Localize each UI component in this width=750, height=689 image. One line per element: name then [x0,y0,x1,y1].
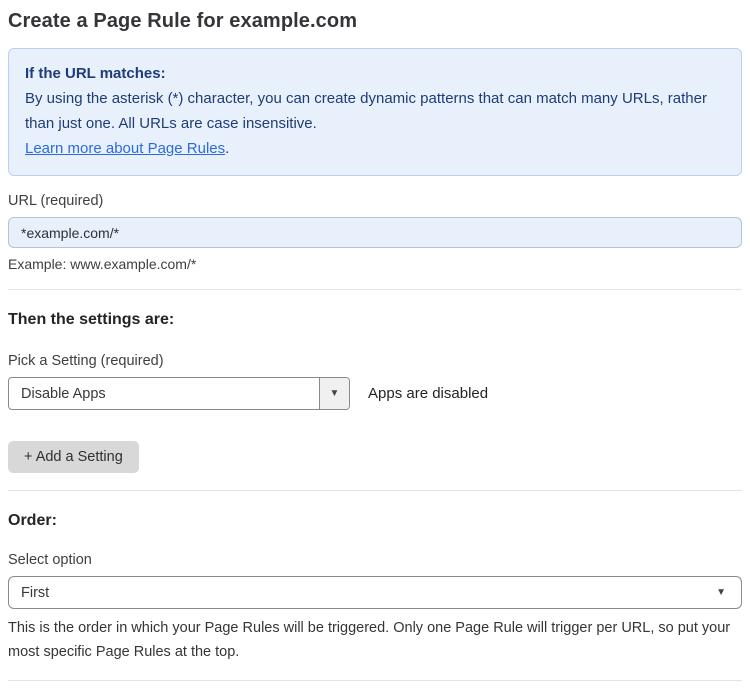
info-box-heading: If the URL matches: [25,65,166,82]
order-help-text: This is the order in which your Page Rul… [8,620,731,660]
setting-select[interactable]: Disable Apps ▼ [8,377,350,410]
setting-select-value: Disable Apps [21,385,106,402]
setting-picker-label: Pick a Setting (required) [8,353,164,369]
info-box-link-line: Learn more about Page Rules. [25,136,725,161]
order-select-value: First [21,584,50,601]
setting-select-arrow-button[interactable]: ▼ [319,378,349,409]
setting-row: Disable Apps ▼ Apps are disabled [8,377,742,410]
url-match-info-box: If the URL matches: By using the asteris… [8,48,742,176]
add-setting-button[interactable]: + Add a Setting [8,441,139,473]
divider [8,490,742,491]
order-select-label: Select option [8,552,92,568]
chevron-down-icon: ▼ [329,387,340,399]
setting-status-text: Apps are disabled [368,385,489,402]
divider [8,289,742,290]
page-title: Create a Page Rule for example.com [8,10,358,32]
settings-section-heading: Then the settings are: [8,311,175,328]
order-select[interactable]: First ▼ [8,576,742,609]
chevron-down-icon: ▼ [716,586,726,598]
link-period: . [225,140,230,157]
learn-more-link[interactable]: Learn more about Page Rules [25,140,225,157]
url-field-label: URL (required) [8,193,104,209]
info-box-body: By using the asterisk (*) character, you… [25,90,707,132]
url-input[interactable] [8,217,742,248]
order-select-caret-area: ▼ [716,577,741,608]
divider [8,680,742,681]
url-example-text: Example: www.example.com/* [8,256,197,272]
order-section-heading: Order: [8,512,57,529]
page-rule-form: Create a Page Rule for example.com If th… [0,0,750,689]
